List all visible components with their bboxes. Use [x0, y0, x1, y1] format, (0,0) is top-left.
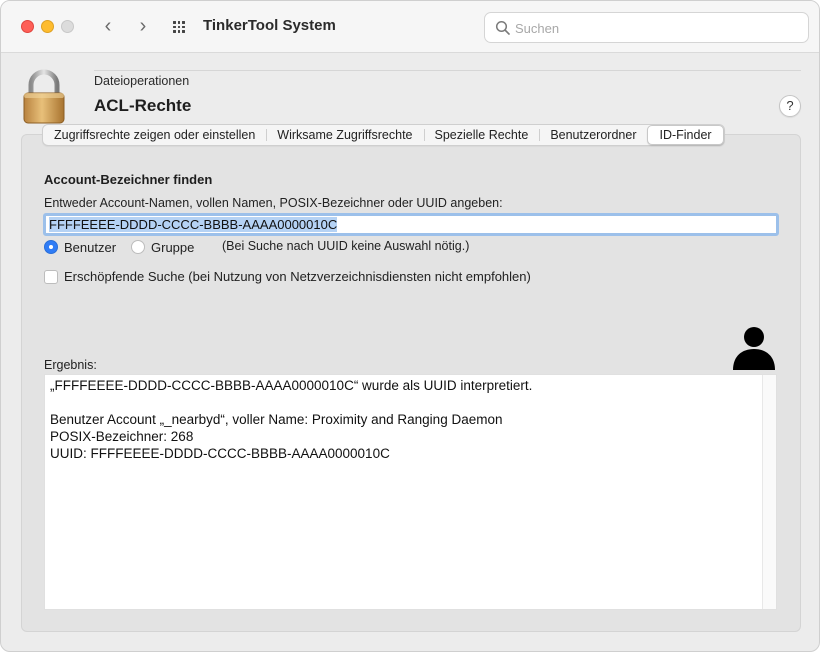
result-label: Ergebnis: — [44, 358, 97, 372]
tab-bar: Zugriffsrechte zeigen oder einstellen Wi… — [42, 124, 725, 146]
radio-group-dot — [131, 240, 145, 254]
close-window-button[interactable] — [21, 20, 34, 33]
checkbox-box — [44, 269, 58, 284]
title-bar: ‹ › TinkerTool System — [1, 1, 819, 53]
result-line: POSIX-Bezeichner: 268 — [50, 429, 194, 444]
section-title: Account-Bezeichner finden — [44, 172, 213, 187]
search-input[interactable] — [515, 19, 795, 37]
radio-hint: (Bei Suche nach UUID keine Auswahl nötig… — [222, 239, 470, 253]
result-lines: „FFFFEEEE-DDDD-CCCC-BBBB-AAAA0000010C“ w… — [50, 377, 532, 462]
exhaustive-search-checkbox[interactable]: Erschöpfende Suche (bei Nutzung von Netz… — [44, 269, 531, 284]
radio-group[interactable]: Gruppe — [131, 239, 194, 255]
tab-effective-rights[interactable]: Wirksame Zugriffsrechte — [266, 125, 423, 145]
search-icon — [495, 20, 510, 35]
person-icon — [733, 327, 775, 370]
app-title: TinkerTool System — [203, 17, 336, 34]
tab-home-folder[interactable]: Benutzerordner — [539, 125, 647, 145]
back-icon[interactable]: ‹ — [97, 15, 119, 39]
id-field-label: Entweder Account-Namen, vollen Namen, PO… — [44, 196, 503, 210]
tab-special-rights[interactable]: Spezielle Rechte — [423, 125, 540, 145]
page-title: ACL-Rechte — [94, 96, 192, 115]
header-divider — [94, 70, 801, 71]
result-line: Benutzer Account „_nearbyd“, voller Name… — [50, 412, 503, 427]
zoom-window-button[interactable] — [61, 20, 74, 33]
category-label: Dateioperationen — [94, 74, 190, 88]
grid-view-icon[interactable] — [173, 21, 187, 33]
lock-icon — [23, 69, 65, 124]
exhaustive-search-label: Erschöpfende Suche (bei Nutzung von Netz… — [64, 269, 531, 284]
tab-access-rights[interactable]: Zugriffsrechte zeigen oder einstellen — [43, 125, 266, 145]
radio-user[interactable]: Benutzer — [44, 239, 116, 255]
account-id-input[interactable]: FFFFEEEE-DDDD-CCCC-BBBB-AAAA0000010C — [43, 213, 779, 236]
account-id-value: FFFFEEEE-DDDD-CCCC-BBBB-AAAA0000010C — [49, 217, 338, 232]
result-line: UUID: FFFFEEEE-DDDD-CCCC-BBBB-AAAA000001… — [50, 446, 390, 461]
forward-icon[interactable]: › — [132, 15, 154, 39]
result-scrollbar[interactable] — [762, 375, 776, 609]
radio-group-label: Gruppe — [151, 239, 195, 255]
minimize-window-button[interactable] — [41, 20, 54, 33]
radio-user-label: Benutzer — [64, 239, 117, 255]
result-line: „FFFFEEEE-DDDD-CCCC-BBBB-AAAA0000010C“ w… — [50, 378, 533, 393]
radio-user-dot — [44, 240, 58, 254]
app-window: ‹ › TinkerTool System Suchen Dateioperat… — [0, 0, 820, 652]
search-field[interactable] — [484, 12, 809, 43]
help-button[interactable]: ? — [779, 95, 801, 117]
result-text-area[interactable]: „FFFFEEEE-DDDD-CCCC-BBBB-AAAA0000010C“ w… — [44, 374, 777, 610]
result-line — [50, 394, 532, 411]
tab-id-finder[interactable]: ID-Finder — [647, 125, 724, 145]
